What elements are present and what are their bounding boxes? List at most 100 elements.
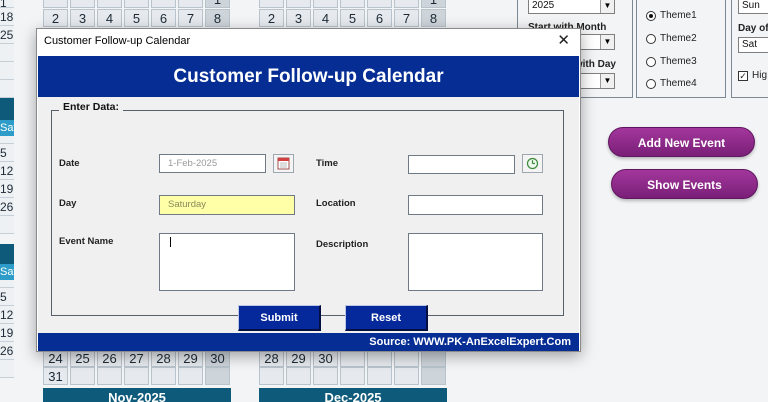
chevron-down-icon: ▼ xyxy=(600,74,614,88)
theme1-radio[interactable]: Theme1 xyxy=(646,10,697,21)
weekday-header: Sat xyxy=(0,264,17,280)
month-banner-partial xyxy=(0,98,14,120)
date-cell[interactable] xyxy=(286,367,311,385)
date-cell xyxy=(0,136,14,144)
date-cell[interactable]: 7 xyxy=(178,9,203,27)
theme3-radio[interactable]: Theme3 xyxy=(646,56,697,67)
date-cell[interactable]: 1 xyxy=(421,0,446,8)
date-cell[interactable] xyxy=(124,0,149,8)
date-cell[interactable] xyxy=(205,367,230,385)
description-field[interactable] xyxy=(408,233,543,291)
date-cell[interactable]: 2 xyxy=(43,9,68,27)
chevron-down-icon: ▼ xyxy=(600,35,614,49)
date-cell[interactable] xyxy=(340,0,365,8)
theme-group: Theme1 Theme2 Theme3 Theme4 xyxy=(636,0,726,98)
customer-followup-dialog: Customer Follow-up Calendar ✕ Customer F… xyxy=(36,28,581,352)
date-cell[interactable] xyxy=(313,0,338,8)
theme2-radio[interactable]: Theme2 xyxy=(646,33,697,44)
submit-button[interactable]: Submit xyxy=(238,305,321,331)
date-cell: 19 xyxy=(0,180,14,198)
date-cell[interactable]: 5 xyxy=(340,9,365,27)
chevron-down-icon: ▼ xyxy=(600,0,614,13)
date-cell xyxy=(0,280,14,288)
date-cell: 5 xyxy=(0,288,14,306)
date-cell: 1 xyxy=(0,0,14,9)
date-cell[interactable]: 3 xyxy=(286,9,311,27)
event-name-field[interactable] xyxy=(159,233,295,291)
day-field: Saturday xyxy=(159,195,295,215)
date-cell[interactable] xyxy=(367,367,392,385)
date-picker-button[interactable] xyxy=(273,154,294,173)
date-cell[interactable]: 4 xyxy=(313,9,338,27)
date-cell[interactable]: 2 xyxy=(259,9,284,27)
date-cell[interactable] xyxy=(124,367,149,385)
date-cell: 26 xyxy=(0,342,14,360)
date-cell[interactable] xyxy=(259,0,284,8)
date-cell[interactable]: 6 xyxy=(151,9,176,27)
date-cell[interactable] xyxy=(70,367,95,385)
date-cell: 12 xyxy=(0,306,14,324)
highlight-label: Hig xyxy=(752,70,768,81)
date-cell[interactable]: 4 xyxy=(97,9,122,27)
show-events-button[interactable]: Show Events xyxy=(611,169,758,199)
date-cell[interactable] xyxy=(286,0,311,8)
date-cell[interactable] xyxy=(151,0,176,8)
calendar-icon xyxy=(277,157,290,170)
month-banner: Dec-2025 xyxy=(259,388,447,402)
theme1-label: Theme1 xyxy=(660,10,697,21)
location-field[interactable] xyxy=(408,195,543,215)
month-banner: Nov-2025 xyxy=(43,388,231,402)
enter-data-legend: Enter Data: xyxy=(59,101,124,113)
time-field[interactable] xyxy=(408,155,515,174)
year-value: 2025 xyxy=(532,0,555,11)
source-footer: Source: WWW.PK-AnExcelExpert.Com xyxy=(38,333,579,351)
date-cell: 5 xyxy=(0,144,14,162)
day-of-week-select[interactable]: Sat xyxy=(738,37,768,53)
date-cell[interactable]: 8 xyxy=(205,9,230,27)
date-cell[interactable] xyxy=(313,367,338,385)
date-cell[interactable]: 6 xyxy=(367,9,392,27)
description-label: Description xyxy=(316,239,369,250)
date-cell[interactable] xyxy=(97,0,122,8)
date-cell[interactable] xyxy=(394,0,419,8)
theme4-label: Theme4 xyxy=(660,78,697,89)
date-cell[interactable]: 5 xyxy=(124,9,149,27)
date-cell[interactable] xyxy=(367,0,392,8)
date-cell[interactable] xyxy=(70,0,95,8)
event-name-label: Event Name xyxy=(59,236,114,247)
highlight-checkbox[interactable]: ✓ Hig xyxy=(738,70,767,81)
date-cell[interactable] xyxy=(340,367,365,385)
date-cell[interactable] xyxy=(151,367,176,385)
date-cell[interactable]: 3 xyxy=(70,9,95,27)
week-start-select[interactable]: Sun xyxy=(738,0,768,14)
reset-button[interactable]: Reset xyxy=(345,305,428,331)
date-cell[interactable] xyxy=(97,367,122,385)
date-cell: 26 xyxy=(0,198,14,216)
date-cell[interactable] xyxy=(43,0,68,8)
date-cell[interactable] xyxy=(421,367,446,385)
date-cell[interactable] xyxy=(394,367,419,385)
date-cell xyxy=(0,62,14,80)
year-select[interactable]: 2025 ▼ xyxy=(528,0,615,14)
date-cell[interactable] xyxy=(178,0,203,8)
date-cell[interactable] xyxy=(259,367,284,385)
checkmark-icon: ✓ xyxy=(738,70,748,81)
time-picker-button[interactable] xyxy=(522,154,543,173)
date-cell: 25 xyxy=(0,26,14,44)
window-title: Customer Follow-up Calendar xyxy=(44,35,191,47)
day-label: Day xyxy=(59,198,77,209)
date-field[interactable]: 1-Feb-2025 xyxy=(159,154,266,173)
weekday-header: Sat xyxy=(0,120,17,136)
add-new-event-button[interactable]: Add New Event xyxy=(608,127,755,157)
close-icon[interactable]: ✕ xyxy=(557,31,570,49)
week-settings-group: Sun Day of W Sat ✓ Hig xyxy=(731,0,768,98)
date-cell[interactable]: 1 xyxy=(205,0,230,8)
date-cell: 19 xyxy=(0,324,14,342)
date-cell[interactable]: 31 xyxy=(43,367,68,385)
date-cell[interactable]: 7 xyxy=(394,9,419,27)
theme4-radio[interactable]: Theme4 xyxy=(646,78,697,89)
date-cell[interactable] xyxy=(178,367,203,385)
date-cell xyxy=(0,80,14,98)
date-cell[interactable]: 8 xyxy=(421,9,446,27)
radio-icon xyxy=(646,33,656,44)
